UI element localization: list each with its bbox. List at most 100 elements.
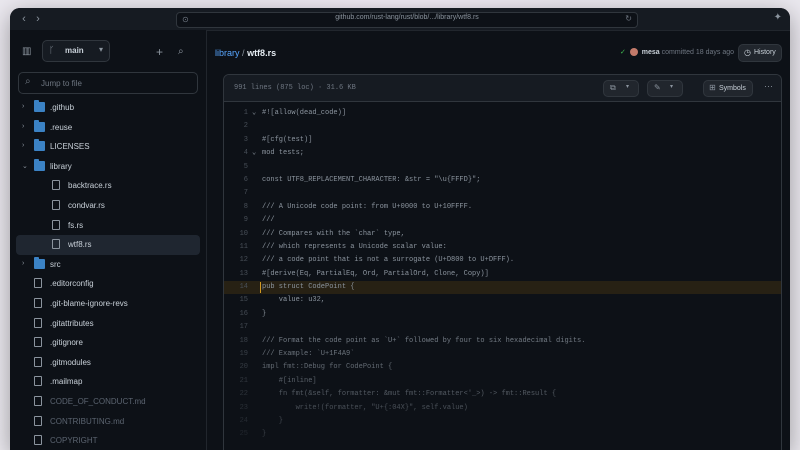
- tree-item-label: CODE_OF_CONDUCT.md: [50, 396, 146, 406]
- branch-name: main: [65, 46, 84, 55]
- tree-file[interactable]: backtrace.rs: [10, 176, 206, 196]
- line-number[interactable]: 6: [224, 174, 248, 187]
- chevron-right-icon[interactable]: ›: [22, 103, 24, 110]
- code-line: 24 }: [224, 415, 781, 428]
- tree-item-label: .mailmap: [50, 377, 83, 387]
- line-number[interactable]: 1: [224, 107, 248, 120]
- tree-item-label: src: [50, 259, 61, 269]
- tree-item-label: wtf8.rs: [68, 240, 92, 250]
- commit-author[interactable]: mesa: [642, 49, 660, 56]
- tree-folder[interactable]: ⌄ library: [10, 157, 206, 177]
- line-number[interactable]: 2: [224, 120, 248, 133]
- tree-file[interactable]: .editorconfig: [10, 274, 206, 294]
- more-options-icon[interactable]: ···: [764, 81, 773, 91]
- line-number[interactable]: 18: [224, 335, 248, 348]
- line-number[interactable]: 24: [224, 415, 248, 428]
- search-icon[interactable]: ⌕: [178, 46, 184, 57]
- symbols-button[interactable]: ⊞ Symbols: [703, 80, 753, 97]
- tree-file[interactable]: CONTRIBUTING.md: [10, 412, 206, 432]
- line-number[interactable]: 13: [224, 268, 248, 281]
- fold-chevron-icon[interactable]: ⌄: [252, 107, 256, 120]
- chevron-down-icon: ▾: [670, 84, 674, 90]
- code-text: fn fmt(&self, formatter: &mut fmt::Forma…: [262, 390, 557, 399]
- line-number[interactable]: 21: [224, 375, 248, 388]
- line-number[interactable]: 17: [224, 321, 248, 334]
- tree-file[interactable]: COPYRIGHT: [10, 431, 206, 450]
- back-icon[interactable]: ‹: [18, 12, 30, 26]
- tree-file[interactable]: CODE_OF_CONDUCT.md: [10, 392, 206, 412]
- file-icon: [34, 356, 42, 367]
- jump-to-file-input[interactable]: [39, 76, 193, 91]
- code-line: 10 /// Compares with the `char` type,: [224, 228, 781, 241]
- line-number[interactable]: 12: [224, 254, 248, 267]
- line-number[interactable]: 19: [224, 348, 248, 361]
- add-file-icon[interactable]: +: [156, 45, 163, 59]
- code-text: #[derive(Eq, PartialEq, Ord, PartialOrd,…: [262, 269, 489, 278]
- line-number[interactable]: 23: [224, 402, 248, 415]
- file-stats: 991 lines (875 loc) · 31.6 KB: [234, 84, 356, 92]
- tree-folder[interactable]: › .github: [10, 98, 206, 118]
- code-line: 16}: [224, 308, 781, 321]
- line-number[interactable]: 8: [224, 201, 248, 214]
- code-line: 25}: [224, 428, 781, 441]
- edit-button[interactable]: ✎ ▾: [647, 80, 683, 97]
- chevron-right-icon[interactable]: ›: [22, 123, 24, 130]
- history-label: History: [754, 49, 776, 56]
- tree-file[interactable]: .gitignore: [10, 333, 206, 353]
- line-number[interactable]: 7: [224, 187, 248, 200]
- code-line: 1 ⌄ #![allow(dead_code)]: [224, 107, 781, 120]
- tree-file[interactable]: fs.rs: [10, 216, 206, 236]
- line-number[interactable]: 10: [224, 228, 248, 241]
- line-number[interactable]: 20: [224, 361, 248, 374]
- code-text: }: [262, 430, 267, 439]
- commit-time: committed 18 days ago: [661, 49, 734, 56]
- fold-chevron-icon[interactable]: ⌄: [252, 147, 256, 160]
- branch-selector[interactable]: ᚴ main ▾: [42, 40, 110, 62]
- code-text: mod tests;: [262, 149, 305, 158]
- tree-item-label: LICENSES: [50, 142, 90, 152]
- code-text: /// Compares with the `char` type,: [262, 229, 405, 238]
- tree-item-label: CONTRIBUTING.md: [50, 416, 125, 426]
- line-number[interactable]: 14: [224, 281, 248, 294]
- file-icon: [52, 199, 60, 210]
- code-text: #[cfg(test)]: [262, 135, 313, 144]
- address-bar[interactable]: ⊙ github.com/rust-lang/rust/blob/.../lib…: [176, 12, 638, 28]
- chevron-right-icon[interactable]: ›: [22, 142, 24, 149]
- breadcrumb-root-link[interactable]: library: [215, 48, 240, 58]
- history-button[interactable]: ◷ History: [738, 44, 782, 62]
- line-number[interactable]: 4: [224, 147, 248, 160]
- line-number[interactable]: 9: [224, 214, 248, 227]
- tree-file[interactable]: condvar.rs: [10, 196, 206, 216]
- tree-file[interactable]: wtf8.rs: [16, 235, 200, 255]
- chevron-right-icon[interactable]: ›: [22, 260, 24, 267]
- copy-raw-button[interactable]: ⧉ ▾: [603, 80, 639, 97]
- line-number[interactable]: 3: [224, 134, 248, 147]
- avatar[interactable]: [629, 48, 638, 57]
- line-number[interactable]: 22: [224, 388, 248, 401]
- extensions-icon[interactable]: ✦: [774, 12, 782, 23]
- collapse-sidebar-icon[interactable]: ▥: [22, 46, 31, 57]
- file-icon: [34, 435, 42, 446]
- code-line: 2: [224, 120, 781, 133]
- line-number[interactable]: 16: [224, 308, 248, 321]
- forward-icon[interactable]: ›: [32, 12, 44, 26]
- line-number[interactable]: 5: [224, 161, 248, 174]
- tree-file[interactable]: .mailmap: [10, 372, 206, 392]
- line-number[interactable]: 25: [224, 428, 248, 441]
- reload-icon[interactable]: ↻: [625, 14, 632, 23]
- tree-folder[interactable]: › LICENSES: [10, 137, 206, 157]
- tree-file[interactable]: .gitattributes: [10, 314, 206, 334]
- chevron-down-icon[interactable]: ⌄: [22, 162, 28, 170]
- line-number[interactable]: 11: [224, 241, 248, 254]
- tree-file[interactable]: .gitmodules: [10, 353, 206, 373]
- code-text: const UTF8_REPLACEMENT_CHARACTER: &str =…: [262, 175, 481, 184]
- file-search: ⌕: [18, 72, 198, 94]
- tree-file[interactable]: .git-blame-ignore-revs: [10, 294, 206, 314]
- tree-item-label: .git-blame-ignore-revs: [50, 298, 128, 308]
- file-icon: [52, 180, 60, 191]
- tree-folder[interactable]: › src: [10, 255, 206, 275]
- tree-folder[interactable]: › .reuse: [10, 118, 206, 138]
- code-line: 14 pub struct CodePoint {: [224, 281, 781, 295]
- line-number[interactable]: 15: [224, 294, 248, 307]
- tree-item-label: .reuse: [50, 122, 73, 132]
